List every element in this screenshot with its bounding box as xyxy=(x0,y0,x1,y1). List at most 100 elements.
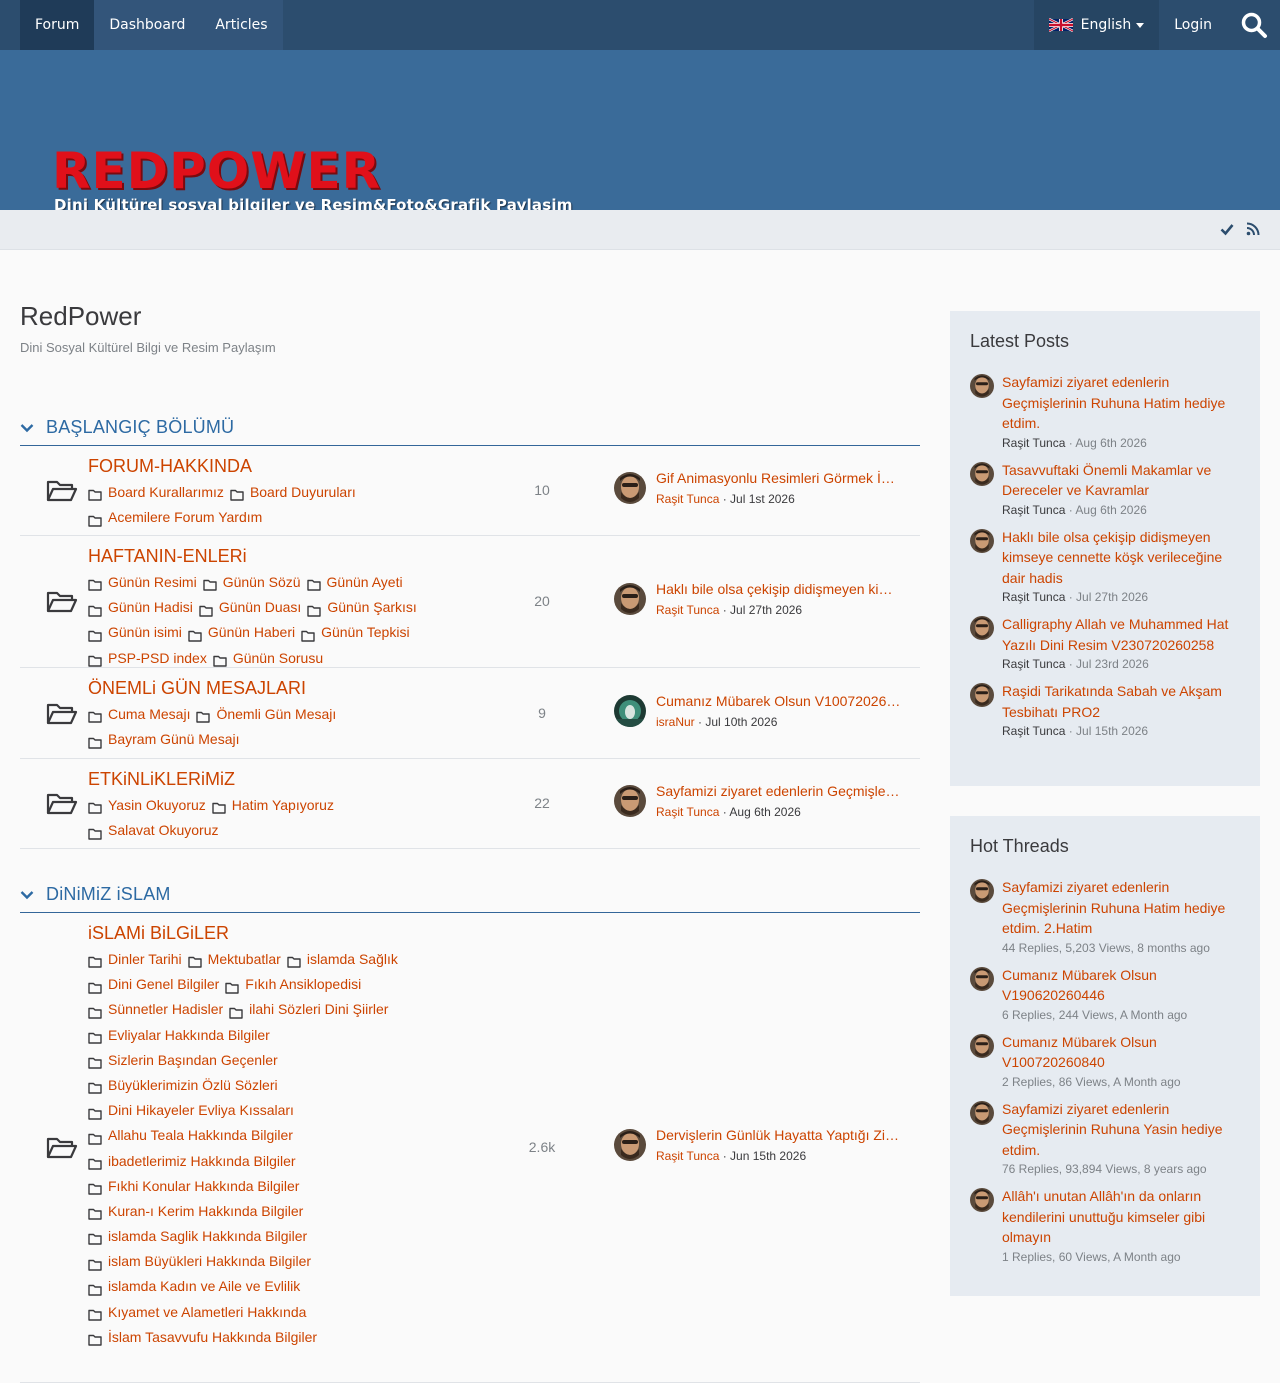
avatar[interactable] xyxy=(614,1129,646,1161)
subboard-link[interactable]: Yasin Okuyoruz xyxy=(88,795,206,816)
nav-forum[interactable]: Forum xyxy=(20,0,95,50)
sidebar-item-title[interactable]: Allâh'ı unutan Allâh'ın da onların kendi… xyxy=(1002,1188,1205,1245)
subboard-label: Günün Sözü xyxy=(222,574,301,590)
sidebar-item-title[interactable]: Cumanız Mübarek Olsun V190620260446 xyxy=(1002,967,1157,1004)
subboard-link[interactable]: Günün Haberi xyxy=(188,622,295,643)
last-post-author[interactable]: israNur xyxy=(656,715,695,729)
avatar[interactable] xyxy=(970,461,994,486)
nav-dashboard[interactable]: Dashboard xyxy=(94,0,200,50)
subboard-link[interactable]: Kuran-ı Kerim Hakkında Bilgiler xyxy=(88,1201,303,1222)
last-post-title[interactable]: Haklı bile olsa çekişip didişmeyen kimse… xyxy=(656,581,901,597)
subboard-link[interactable]: Günün Ayeti xyxy=(306,572,403,593)
last-post: Haklı bile olsa çekişip didişmeyen kimse… xyxy=(614,581,904,617)
subboard-link[interactable]: Dini Genel Bilgiler xyxy=(88,974,219,995)
subboard-link[interactable]: Fıkıh Ansiklopedisi xyxy=(225,974,361,995)
search-button[interactable] xyxy=(1228,0,1280,50)
subboard-link[interactable]: Acemilere Forum Yardım xyxy=(88,507,262,528)
category-header[interactable]: BAŞLANGIÇ BÖLÜMÜ xyxy=(20,410,920,446)
sidebar-item-title[interactable]: Sayfamizi ziyaret edenlerin Geçmişlerini… xyxy=(1002,879,1225,936)
category-title[interactable]: DiNiMiZ iSLAM xyxy=(46,884,171,905)
subboard-link[interactable]: Board Duyuruları xyxy=(230,482,356,503)
board-title[interactable]: iSLAMi BiLGiLER xyxy=(88,923,229,944)
subboard-link[interactable]: Günün Resimi xyxy=(88,572,197,593)
subboard-link[interactable]: Fıkhi Konular Hakkında Bilgiler xyxy=(88,1176,299,1197)
language-selector[interactable]: English xyxy=(1033,0,1160,50)
subboard-link[interactable]: ilahi Sözleri Dini Şiirler xyxy=(229,999,388,1020)
subboard-link[interactable]: Günün Sözü xyxy=(203,572,301,593)
subboard-link[interactable]: Günün Hadisi xyxy=(88,597,193,618)
subboard-link[interactable]: Evliyalar Hakkında Bilgiler xyxy=(88,1025,270,1046)
subboard-link[interactable]: Önemli Gün Mesajı xyxy=(196,704,336,725)
last-post-author[interactable]: Raşit Tunca xyxy=(656,1149,719,1163)
subboard-link[interactable]: islam Büyükleri Hakkında Bilgiler xyxy=(88,1251,311,1272)
avatar[interactable] xyxy=(970,528,994,553)
site-logo[interactable]: REDPOWER xyxy=(52,142,381,200)
avatar[interactable] xyxy=(970,374,994,398)
board-title[interactable]: HAFTANIN-ENLERi xyxy=(88,546,247,567)
avatar[interactable] xyxy=(970,1100,994,1125)
sidebar-item-title[interactable]: Haklı bile olsa çekişip didişmeyen kimse… xyxy=(1002,529,1222,586)
last-post-author[interactable]: Raşit Tunca xyxy=(656,603,719,617)
subboard-link[interactable]: ibadetlerimiz Hakkında Bilgiler xyxy=(88,1151,296,1172)
avatar[interactable] xyxy=(970,1188,994,1212)
category-title[interactable]: BAŞLANGIÇ BÖLÜMÜ xyxy=(46,417,234,438)
avatar[interactable] xyxy=(970,966,994,991)
avatar[interactable] xyxy=(970,683,994,707)
sidebar-item-title[interactable]: Cumanız Mübarek Olsun V100720260840 xyxy=(1002,1034,1157,1071)
subboard-link[interactable]: Cuma Mesajı xyxy=(88,704,190,725)
avatar[interactable] xyxy=(970,1033,994,1058)
avatar[interactable] xyxy=(970,879,994,903)
sidebar-item-title[interactable]: Sayfamizi ziyaret edenlerin Geçmişlerini… xyxy=(1002,1101,1223,1158)
subboard-link[interactable]: Sünnetler Hadisler xyxy=(88,999,223,1020)
subboard-link[interactable]: Board Kurallarımız xyxy=(88,482,224,503)
rss-icon[interactable] xyxy=(1246,222,1260,236)
nav-articles[interactable]: Articles xyxy=(200,0,282,50)
subboard-link[interactable]: Hatim Yapıyoruz xyxy=(212,795,334,816)
last-post-title[interactable]: Dervişlerin Günlük Hayatta Yaptığı Zikir… xyxy=(656,1127,901,1143)
board-title[interactable]: ÖNEMLi GÜN MESAJLARI xyxy=(88,678,306,699)
subboard-link[interactable]: Salavat Okuyoruz xyxy=(88,820,219,841)
subboard-link[interactable]: Günün Tepkisi xyxy=(301,622,410,643)
chevron-down-icon[interactable] xyxy=(20,423,34,433)
subboard-link[interactable]: Allahu Teala Hakkında Bilgiler xyxy=(88,1125,293,1146)
subboard-link[interactable]: Mektubatlar xyxy=(187,949,281,970)
login-link[interactable]: Login xyxy=(1159,0,1228,50)
board-row: ÖNEMLi GÜN MESAJLARI Cuma Mesajı Önemli Gü… xyxy=(20,668,920,759)
subboard-link[interactable]: Bayram Günü Mesajı xyxy=(88,729,240,750)
subboard-link[interactable]: islamda Saglik Hakkında Bilgiler xyxy=(88,1226,307,1247)
subboard-link[interactable]: Günün Sorusu xyxy=(213,648,323,669)
subboard-link[interactable]: Dinler Tarihi xyxy=(88,949,182,970)
avatar[interactable] xyxy=(614,583,646,615)
last-post-title[interactable]: Cumanız Mübarek Olsun V100720260840 xyxy=(656,693,901,709)
subboard-link[interactable]: İslam Tasavvufu Hakkında Bilgiler xyxy=(88,1327,317,1348)
subboard-link[interactable]: Kıyamet ve Alametleri Hakkında xyxy=(88,1302,306,1323)
check-icon[interactable] xyxy=(1220,222,1234,236)
subboard-link[interactable]: Günün Şarkısı xyxy=(307,597,417,618)
subboard-link[interactable]: islamda Sağlık xyxy=(287,949,398,970)
folder-icon xyxy=(88,979,102,994)
last-post-author[interactable]: Raşit Tunca xyxy=(656,805,719,819)
sidebar-item-title[interactable]: Raşidi Tarikatında Sabah ve Akşam Tesbih… xyxy=(1002,683,1222,720)
last-post-title[interactable]: Gif Animasyonlu Resimleri Görmek İçin Tı… xyxy=(656,470,901,486)
last-post-author[interactable]: Raşit Tunca xyxy=(656,492,719,506)
subboard-link[interactable]: PSP-PSD index xyxy=(88,648,207,669)
chevron-down-icon[interactable] xyxy=(20,890,34,900)
sidebar-item-title[interactable]: Tasavvuftaki Önemli Makamlar ve Derecele… xyxy=(1002,462,1211,499)
subboard-link[interactable]: Günün isimi xyxy=(88,622,182,643)
last-post-title[interactable]: Sayfamizi ziyaret edenlerin Geçmişlerini… xyxy=(656,783,901,799)
avatar[interactable] xyxy=(614,472,646,504)
board-title[interactable]: FORUM-HAKKINDA xyxy=(88,456,252,477)
subboard-link[interactable]: Günün Duası xyxy=(199,597,301,618)
sidebar-item-title[interactable]: Calligraphy Allah ve Muhammed Hat Yazılı… xyxy=(1002,616,1228,653)
subboard-link[interactable]: Dini Hikayeler Evliya Kıssaları xyxy=(88,1100,294,1121)
avatar[interactable] xyxy=(614,694,646,727)
folder-icon xyxy=(306,576,321,592)
avatar[interactable] xyxy=(970,616,994,640)
subboard-link[interactable]: Büyüklerimizin Özlü Sözleri xyxy=(88,1075,278,1096)
avatar[interactable] xyxy=(614,785,646,817)
sidebar-item-title[interactable]: Sayfamizi ziyaret edenlerin Geçmişlerini… xyxy=(1002,374,1225,431)
subboard-link[interactable]: Sizlerin Başından Geçenler xyxy=(88,1050,278,1071)
folder-icon xyxy=(88,602,102,617)
board-title[interactable]: ETKiNLiKLERiMiZ xyxy=(88,769,235,790)
category-header[interactable]: DiNiMiZ iSLAM xyxy=(20,877,920,913)
